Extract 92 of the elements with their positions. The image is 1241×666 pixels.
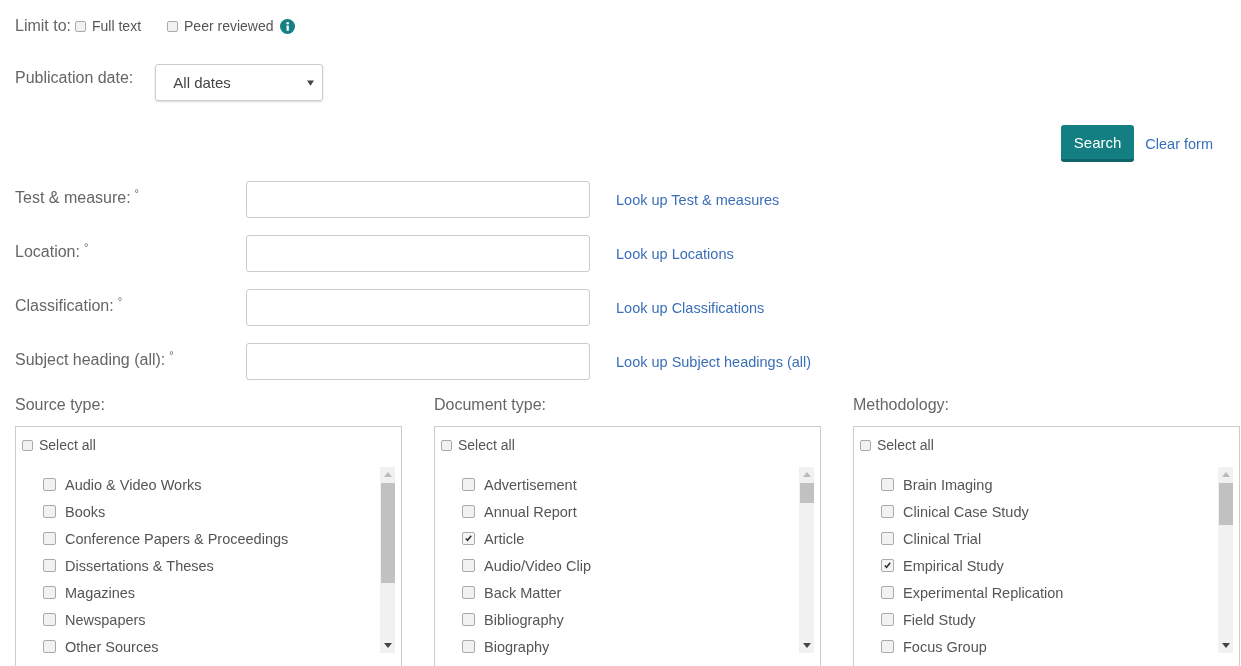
checkbox[interactable] [43,505,56,518]
checkbox[interactable] [22,439,33,451]
search-button[interactable]: Search [1060,125,1135,162]
marker: ° [134,187,139,199]
checkbox[interactable] [881,478,894,491]
scroll-down-icon[interactable] [802,643,811,648]
checkmark-icon [464,534,473,543]
marker: ° [169,349,174,361]
input-field[interactable] [246,235,590,272]
scroll-up-icon[interactable] [802,472,811,477]
checkbox-label[interactable]: Back Matter [484,584,562,601]
checkbox[interactable] [462,532,475,545]
info-icon[interactable] [279,18,295,34]
checkbox[interactable] [462,559,475,572]
checkbox[interactable] [462,613,475,626]
checkbox-label[interactable]: Annual Report [484,503,577,520]
scrollbar[interactable] [799,467,814,653]
publication-date-label: Publication date: [15,69,134,87]
checkbox[interactable] [881,559,894,572]
lookup-link[interactable]: Look up Locations [616,245,734,262]
checkbox[interactable] [860,439,871,451]
checkbox-label[interactable]: Empirical Study [903,557,1004,574]
checkbox-label[interactable]: Select all [458,437,515,453]
checkbox[interactable] [881,640,894,653]
field-label: Subject heading (all): [15,351,166,369]
checkbox-label[interactable]: Article [484,530,525,547]
input-field[interactable] [246,343,590,380]
checkmark-icon [883,561,892,570]
checkbox-label[interactable]: Audio & Video Works [65,476,202,493]
checkbox[interactable] [462,586,475,599]
checkbox[interactable] [881,613,894,626]
checkbox[interactable] [43,613,56,626]
checkbox[interactable] [881,505,894,518]
checkbox[interactable] [441,439,452,451]
scroll-up-icon[interactable] [383,472,392,477]
lookup-link[interactable]: Look up Classifications [616,299,765,316]
marker: ° [117,295,123,307]
checkbox-label[interactable]: Field Study [903,611,976,628]
scroll-thumb[interactable] [380,483,395,583]
checkbox[interactable] [75,20,86,32]
marker: ° [83,241,89,253]
scroll-down-icon[interactable] [383,643,392,648]
list-heading: Document type: [434,396,548,415]
list-heading: Source type: [15,396,106,415]
checkbox[interactable] [43,640,56,653]
date-dropdown[interactable]: All dates [155,64,324,101]
checkbox-label[interactable]: Select all [877,437,934,453]
limit-label: Limit to: [15,17,71,35]
field-label: Test & measure: [15,189,131,207]
caret-icon [307,79,315,86]
field-label: Classification: [15,297,114,315]
checkbox-label[interactable]: Full text [92,18,142,34]
checkbox-label[interactable]: Clinical Trial [903,530,982,547]
scrollbar[interactable] [380,467,395,653]
input-field[interactable] [246,289,590,326]
checkbox-label[interactable]: Magazines [65,584,136,601]
checkbox-label[interactable]: Other Sources [65,638,159,655]
scrollbar[interactable] [1218,467,1233,653]
checkbox-label[interactable]: Newspapers [65,611,146,628]
checkbox-label[interactable]: Dissertations & Theses [65,557,214,574]
checkbox[interactable] [167,20,179,32]
checkbox[interactable] [462,505,475,518]
checkbox[interactable] [881,532,894,545]
checkbox-label[interactable]: Biography [484,638,550,655]
checkbox-label[interactable]: Books [65,503,106,520]
list-heading: Methodology: [853,396,951,415]
checkbox-label[interactable]: Bibliography [484,611,564,628]
checkbox[interactable] [43,478,56,491]
field-label: Location: [15,243,80,261]
lookup-link[interactable]: Look up Test & measures [616,191,780,208]
checkbox-label[interactable]: Peer reviewed [184,18,274,34]
checkbox[interactable] [462,478,475,491]
checkbox-label[interactable]: Brain Imaging [903,476,993,493]
checkbox-label[interactable]: Audio/Video Clip [484,557,591,574]
scroll-thumb[interactable] [1218,483,1233,525]
checkbox-label[interactable]: Clinical Case Study [903,503,1029,520]
checkbox-label[interactable]: Conference Papers & Proceedings [65,530,289,547]
clear-form-link[interactable]: Clear form [1145,135,1213,152]
checkbox[interactable] [43,559,56,572]
lookup-link[interactable]: Look up Subject headings (all) [616,353,812,370]
scroll-down-icon[interactable] [1221,643,1230,648]
checkbox[interactable] [43,586,56,599]
checkbox-label[interactable]: Select all [39,437,96,453]
checkbox-label[interactable]: Advertisement [484,476,577,493]
checkbox-label[interactable]: Focus Group [903,638,987,655]
input-field[interactable] [246,181,590,218]
checkbox[interactable] [462,640,475,653]
checkbox[interactable] [43,532,56,545]
checkbox[interactable] [881,586,894,599]
checkbox-label[interactable]: Experimental Replication [903,584,1064,601]
scroll-thumb[interactable] [799,483,814,503]
scroll-up-icon[interactable] [1221,472,1230,477]
